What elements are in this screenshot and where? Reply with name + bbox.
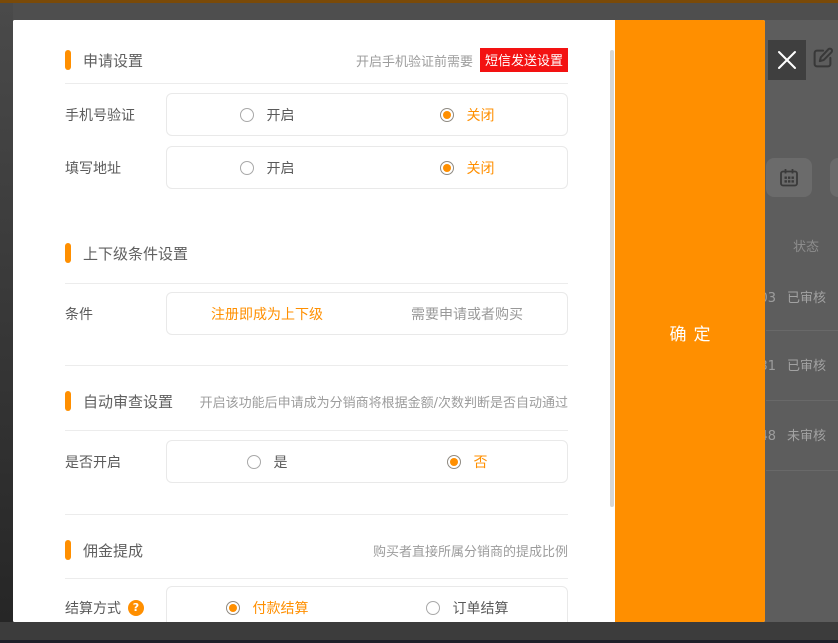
bg-row-status: 已审核 bbox=[787, 359, 826, 374]
section-title: 自动审查设置 bbox=[83, 391, 173, 412]
section-accent-bar bbox=[65, 540, 71, 560]
divider bbox=[65, 283, 568, 284]
radio-option-label[interactable]: 关闭 bbox=[467, 105, 495, 125]
note-text: 开启该功能后申请成为分销商将根据金额/次数判断是否自动通过 bbox=[200, 392, 568, 411]
segment-group-condition: 注册即成为上下级 需要申请或者购买 bbox=[166, 292, 568, 335]
radio-group-settlement-method: 付款结算 订单结算 bbox=[166, 586, 568, 622]
section-accent-bar bbox=[65, 50, 71, 70]
compose-edit-icon bbox=[809, 45, 836, 72]
bg-row-divider bbox=[766, 330, 838, 331]
segment-option-apply-or-buy[interactable]: 需要申请或者购买 bbox=[367, 293, 567, 334]
radio-option-label[interactable]: 订单结算 bbox=[453, 598, 509, 618]
bg-row-divider bbox=[766, 400, 838, 401]
section-header-commission: 佣金提成 购买者直接所属分销商的提成比例 bbox=[65, 538, 568, 562]
row-label-fill-address: 填写地址 bbox=[65, 146, 121, 189]
confirm-button[interactable]: 确定 bbox=[615, 20, 765, 622]
radio-option-pay-settle[interactable]: 付款结算 bbox=[167, 587, 367, 622]
section-note: 开启该功能后申请成为分销商将根据金额/次数判断是否自动通过 bbox=[200, 392, 568, 411]
section-note: 开启手机验证前需要 短信发送设置 bbox=[356, 48, 568, 72]
radio-icon-selected[interactable] bbox=[440, 161, 454, 175]
bg-table-status-header: 状态 bbox=[793, 236, 819, 255]
question-mark-icon[interactable]: ? bbox=[128, 600, 144, 616]
calendar-button bbox=[766, 158, 812, 197]
radio-option-on[interactable]: 开启 bbox=[167, 147, 367, 188]
radio-option-label[interactable]: 否 bbox=[474, 452, 488, 472]
radio-icon-selected[interactable] bbox=[447, 455, 461, 469]
section-accent-bar bbox=[65, 391, 71, 411]
radio-option-label[interactable]: 关闭 bbox=[467, 158, 495, 178]
radio-option-yes[interactable]: 是 bbox=[167, 441, 367, 482]
radio-option-label[interactable]: 是 bbox=[274, 452, 288, 472]
sms-settings-link-badge[interactable]: 短信发送设置 bbox=[480, 48, 568, 72]
section-note: 购买者直接所属分销商的提成比例 bbox=[373, 541, 568, 560]
radio-option-order-settle[interactable]: 订单结算 bbox=[367, 587, 567, 622]
bg-row-status: 已审核 bbox=[787, 291, 826, 306]
radio-option-label[interactable]: 开启 bbox=[267, 158, 295, 178]
radio-icon-selected[interactable] bbox=[226, 601, 240, 615]
section-header-apply-settings: 申请设置 开启手机验证前需要 短信发送设置 bbox=[65, 48, 568, 72]
radio-option-no[interactable]: 否 bbox=[367, 441, 567, 482]
section-accent-bar bbox=[65, 243, 71, 263]
radio-group-phone-verify: 开启 关闭 bbox=[166, 93, 568, 136]
section-header-relation-condition: 上下级条件设置 bbox=[65, 241, 568, 265]
section-title: 上下级条件设置 bbox=[83, 243, 188, 264]
divider bbox=[65, 430, 568, 431]
row-label-phone-verify: 手机号验证 bbox=[65, 93, 135, 136]
radio-option-label[interactable]: 付款结算 bbox=[253, 598, 309, 618]
section-title: 佣金提成 bbox=[83, 540, 143, 561]
note-text: 开启手机验证前需要 bbox=[356, 51, 473, 70]
calendar-icon bbox=[778, 167, 800, 189]
page-top-band bbox=[0, 3, 838, 20]
radio-option-off[interactable]: 关闭 bbox=[367, 94, 567, 135]
bg-row-status: 未审核 bbox=[787, 429, 826, 444]
radio-icon[interactable] bbox=[247, 455, 261, 469]
row-label-text: 结算方式 bbox=[65, 598, 121, 618]
radio-option-on[interactable]: 开启 bbox=[167, 94, 367, 135]
toolbar-button-partial bbox=[830, 158, 838, 197]
distribution-settings-modal: 申请设置 开启手机验证前需要 短信发送设置 手机号验证 开启 关闭 填写地址 bbox=[13, 20, 765, 622]
divider bbox=[65, 83, 568, 84]
section-title: 申请设置 bbox=[83, 50, 143, 71]
note-text: 购买者直接所属分销商的提成比例 bbox=[373, 541, 568, 560]
row-label-condition: 条件 bbox=[65, 292, 93, 335]
radio-icon[interactable] bbox=[240, 161, 254, 175]
radio-option-off[interactable]: 关闭 bbox=[367, 147, 567, 188]
segment-option-register[interactable]: 注册即成为上下级 bbox=[167, 293, 367, 334]
radio-icon[interactable] bbox=[426, 601, 440, 615]
segment-option-label[interactable]: 需要申请或者购买 bbox=[411, 304, 523, 324]
close-icon[interactable] bbox=[775, 48, 799, 72]
row-label-enable-auto-review: 是否开启 bbox=[65, 440, 121, 483]
section-header-auto-review: 自动审查设置 开启该功能后申请成为分销商将根据金额/次数判断是否自动通过 bbox=[65, 389, 568, 413]
row-label-settlement-method: 结算方式 ? bbox=[65, 586, 144, 622]
modal-scrollbar[interactable] bbox=[610, 50, 614, 507]
segment-option-label[interactable]: 注册即成为上下级 bbox=[211, 304, 323, 324]
radio-group-enable-auto-review: 是 否 bbox=[166, 440, 568, 483]
radio-option-label[interactable]: 开启 bbox=[267, 105, 295, 125]
confirm-button-label[interactable]: 确定 bbox=[663, 320, 718, 345]
screen: 状态 :03已审核 :31已审核 :48未审核 申请设置 开启手机验证前需要 短… bbox=[0, 0, 838, 643]
radio-icon-selected[interactable] bbox=[440, 108, 454, 122]
bg-row-divider bbox=[766, 470, 838, 471]
modal-content: 申请设置 开启手机验证前需要 短信发送设置 手机号验证 开启 关闭 填写地址 bbox=[13, 20, 615, 622]
close-button[interactable] bbox=[768, 40, 806, 80]
page-sidebar-sliver bbox=[0, 3, 13, 622]
radio-icon[interactable] bbox=[240, 108, 254, 122]
divider bbox=[65, 578, 568, 579]
radio-group-fill-address: 开启 关闭 bbox=[166, 146, 568, 189]
divider bbox=[65, 365, 568, 366]
divider bbox=[65, 514, 568, 515]
